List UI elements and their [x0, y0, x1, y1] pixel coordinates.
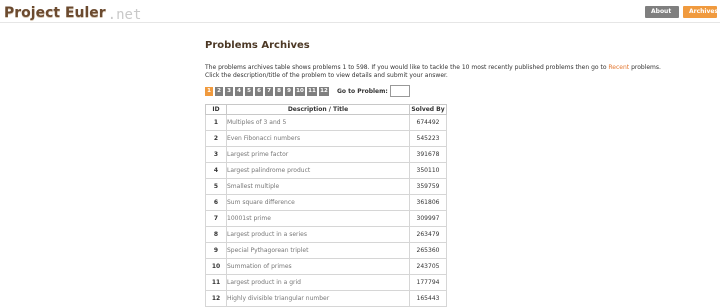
table-row: 3 Largest prime factor 391678: [205, 146, 447, 163]
table-row: 7 10001st prime 309997: [205, 210, 447, 227]
problem-title-cell: Largest product in a series: [226, 226, 410, 243]
problem-title-cell: Sum square difference: [226, 194, 410, 211]
problem-id: 10: [205, 258, 227, 275]
solved-count: 243705: [409, 258, 447, 275]
problem-title-link[interactable]: 10001st prime: [227, 215, 271, 222]
intro-text-part2: problems.: [629, 64, 661, 71]
top-bar: Project Euler .net About Archives: [0, 0, 720, 23]
page-button-10[interactable]: 10: [295, 86, 305, 96]
problem-title-link[interactable]: Highly divisible triangular number: [227, 295, 329, 302]
solved-count: 545223: [409, 130, 447, 147]
table-row: 2 Even Fibonacci numbers 545223: [205, 130, 447, 147]
problem-title-link[interactable]: Smallest multiple: [227, 183, 279, 190]
solved-count: 165443: [409, 290, 447, 307]
problem-title-link[interactable]: Sum square difference: [227, 199, 295, 206]
solved-count: 309997: [409, 210, 447, 227]
intro-text: The problems archives table shows proble…: [205, 64, 665, 80]
problem-title-cell: Multiples of 3 and 5: [226, 114, 410, 131]
problem-title-cell: Largest prime factor: [226, 146, 410, 163]
problem-id: 7: [205, 210, 227, 227]
page-button-5[interactable]: 5: [245, 86, 253, 96]
problem-title-cell: Summation of primes: [226, 258, 410, 275]
main-content: Problems Archives The problems archives …: [205, 40, 661, 80]
logo-suffix: .net: [107, 7, 142, 23]
problem-id: 9: [205, 242, 227, 259]
problem-id: 2: [205, 130, 227, 147]
nav-archives-button[interactable]: Archives: [683, 6, 718, 18]
column-header-solved: Solved By: [409, 104, 447, 115]
logo-text: Project Euler: [4, 5, 106, 21]
problems-table: ID Description / Title Solved By 1 Multip…: [205, 104, 447, 307]
table-row: 12 Highly divisible triangular number 1654…: [205, 290, 447, 307]
problem-title-cell: Highly divisible triangular number: [226, 290, 410, 307]
problem-title-link[interactable]: Largest prime factor: [227, 151, 288, 158]
problem-title-link[interactable]: Summation of primes: [227, 263, 292, 270]
page-title: Problems Archives: [205, 40, 310, 51]
problem-id: 6: [205, 194, 227, 211]
page-button-6[interactable]: 6: [255, 86, 263, 96]
problem-id: 11: [205, 274, 227, 291]
table-row: 8 Largest product in a series 263479: [205, 226, 447, 243]
solved-count: 674492: [409, 114, 447, 131]
column-header-title: Description / Title: [226, 104, 410, 115]
problem-title-link[interactable]: Multiples of 3 and 5: [227, 119, 286, 126]
problem-title-link[interactable]: Largest product in a series: [227, 231, 307, 238]
page-button-2[interactable]: 2: [215, 86, 223, 96]
problem-id: 12: [205, 290, 227, 307]
solved-count: 265360: [409, 242, 447, 259]
nav-about-button[interactable]: About: [645, 6, 679, 18]
table-row: 1 Multiples of 3 and 5 674492: [205, 114, 447, 131]
goto-problem-label: Go to Problem:: [337, 87, 388, 95]
page-button-3[interactable]: 3: [225, 86, 233, 96]
problem-title-link[interactable]: Special Pythagorean triplet: [227, 247, 308, 254]
problem-title-cell: Largest product in a grid: [226, 274, 410, 291]
page-button-1[interactable]: 1: [205, 86, 213, 96]
problem-id: 1: [205, 114, 227, 131]
intro-text-line2: Click the description/title of the probl…: [205, 72, 448, 79]
problem-title-cell: Smallest multiple: [226, 178, 410, 195]
problem-title-cell: Even Fibonacci numbers: [226, 130, 410, 147]
site-logo[interactable]: Project Euler .net: [4, 2, 142, 23]
solved-count: 391678: [409, 146, 447, 163]
problem-title-cell: Special Pythagorean triplet: [226, 242, 410, 259]
page-button-7[interactable]: 7: [265, 86, 273, 96]
solved-count: 350110: [409, 162, 447, 179]
page-button-12[interactable]: 12: [319, 86, 329, 96]
problem-title-link[interactable]: Even Fibonacci numbers: [227, 135, 300, 142]
problem-id: 3: [205, 146, 227, 163]
goto-problem-input[interactable]: [389, 85, 410, 97]
problem-id: 5: [205, 178, 227, 195]
column-header-id: ID: [205, 104, 227, 115]
table-row: 4 Largest palindrome product 350110: [205, 162, 447, 179]
intro-text-part1: The problems archives table shows proble…: [205, 64, 609, 71]
solved-count: 359759: [409, 178, 447, 195]
page-button-11[interactable]: 11: [307, 86, 317, 96]
table-row: 11 Largest product in a grid 177794: [205, 274, 447, 291]
solved-count: 177794: [409, 274, 447, 291]
problem-title-cell: 10001st prime: [226, 210, 410, 227]
page-button-4[interactable]: 4: [235, 86, 243, 96]
main-nav: About Archives: [645, 6, 718, 18]
page-button-9[interactable]: 9: [285, 86, 293, 96]
table-row: 6 Sum square difference 361806: [205, 194, 447, 211]
recent-problems-link[interactable]: Recent: [608, 64, 629, 71]
solved-count: 361806: [409, 194, 447, 211]
table-row: 10 Summation of primes 243705: [205, 258, 447, 275]
problem-title-cell: Largest palindrome product: [226, 162, 410, 179]
solved-count: 263479: [409, 226, 447, 243]
problem-id: 4: [205, 162, 227, 179]
table-header-row: ID Description / Title Solved By: [205, 104, 447, 115]
problem-title-link[interactable]: Largest palindrome product: [227, 167, 310, 174]
pagination: 1 2 3 4 5 6 7 8 9 10 11 12 Go to Problem…: [205, 85, 410, 97]
table-row: 5 Smallest multiple 359759: [205, 178, 447, 195]
problem-title-link[interactable]: Largest product in a grid: [227, 279, 301, 286]
problem-id: 8: [205, 226, 227, 243]
table-row: 9 Special Pythagorean triplet 265360: [205, 242, 447, 259]
page-button-8[interactable]: 8: [275, 86, 283, 96]
